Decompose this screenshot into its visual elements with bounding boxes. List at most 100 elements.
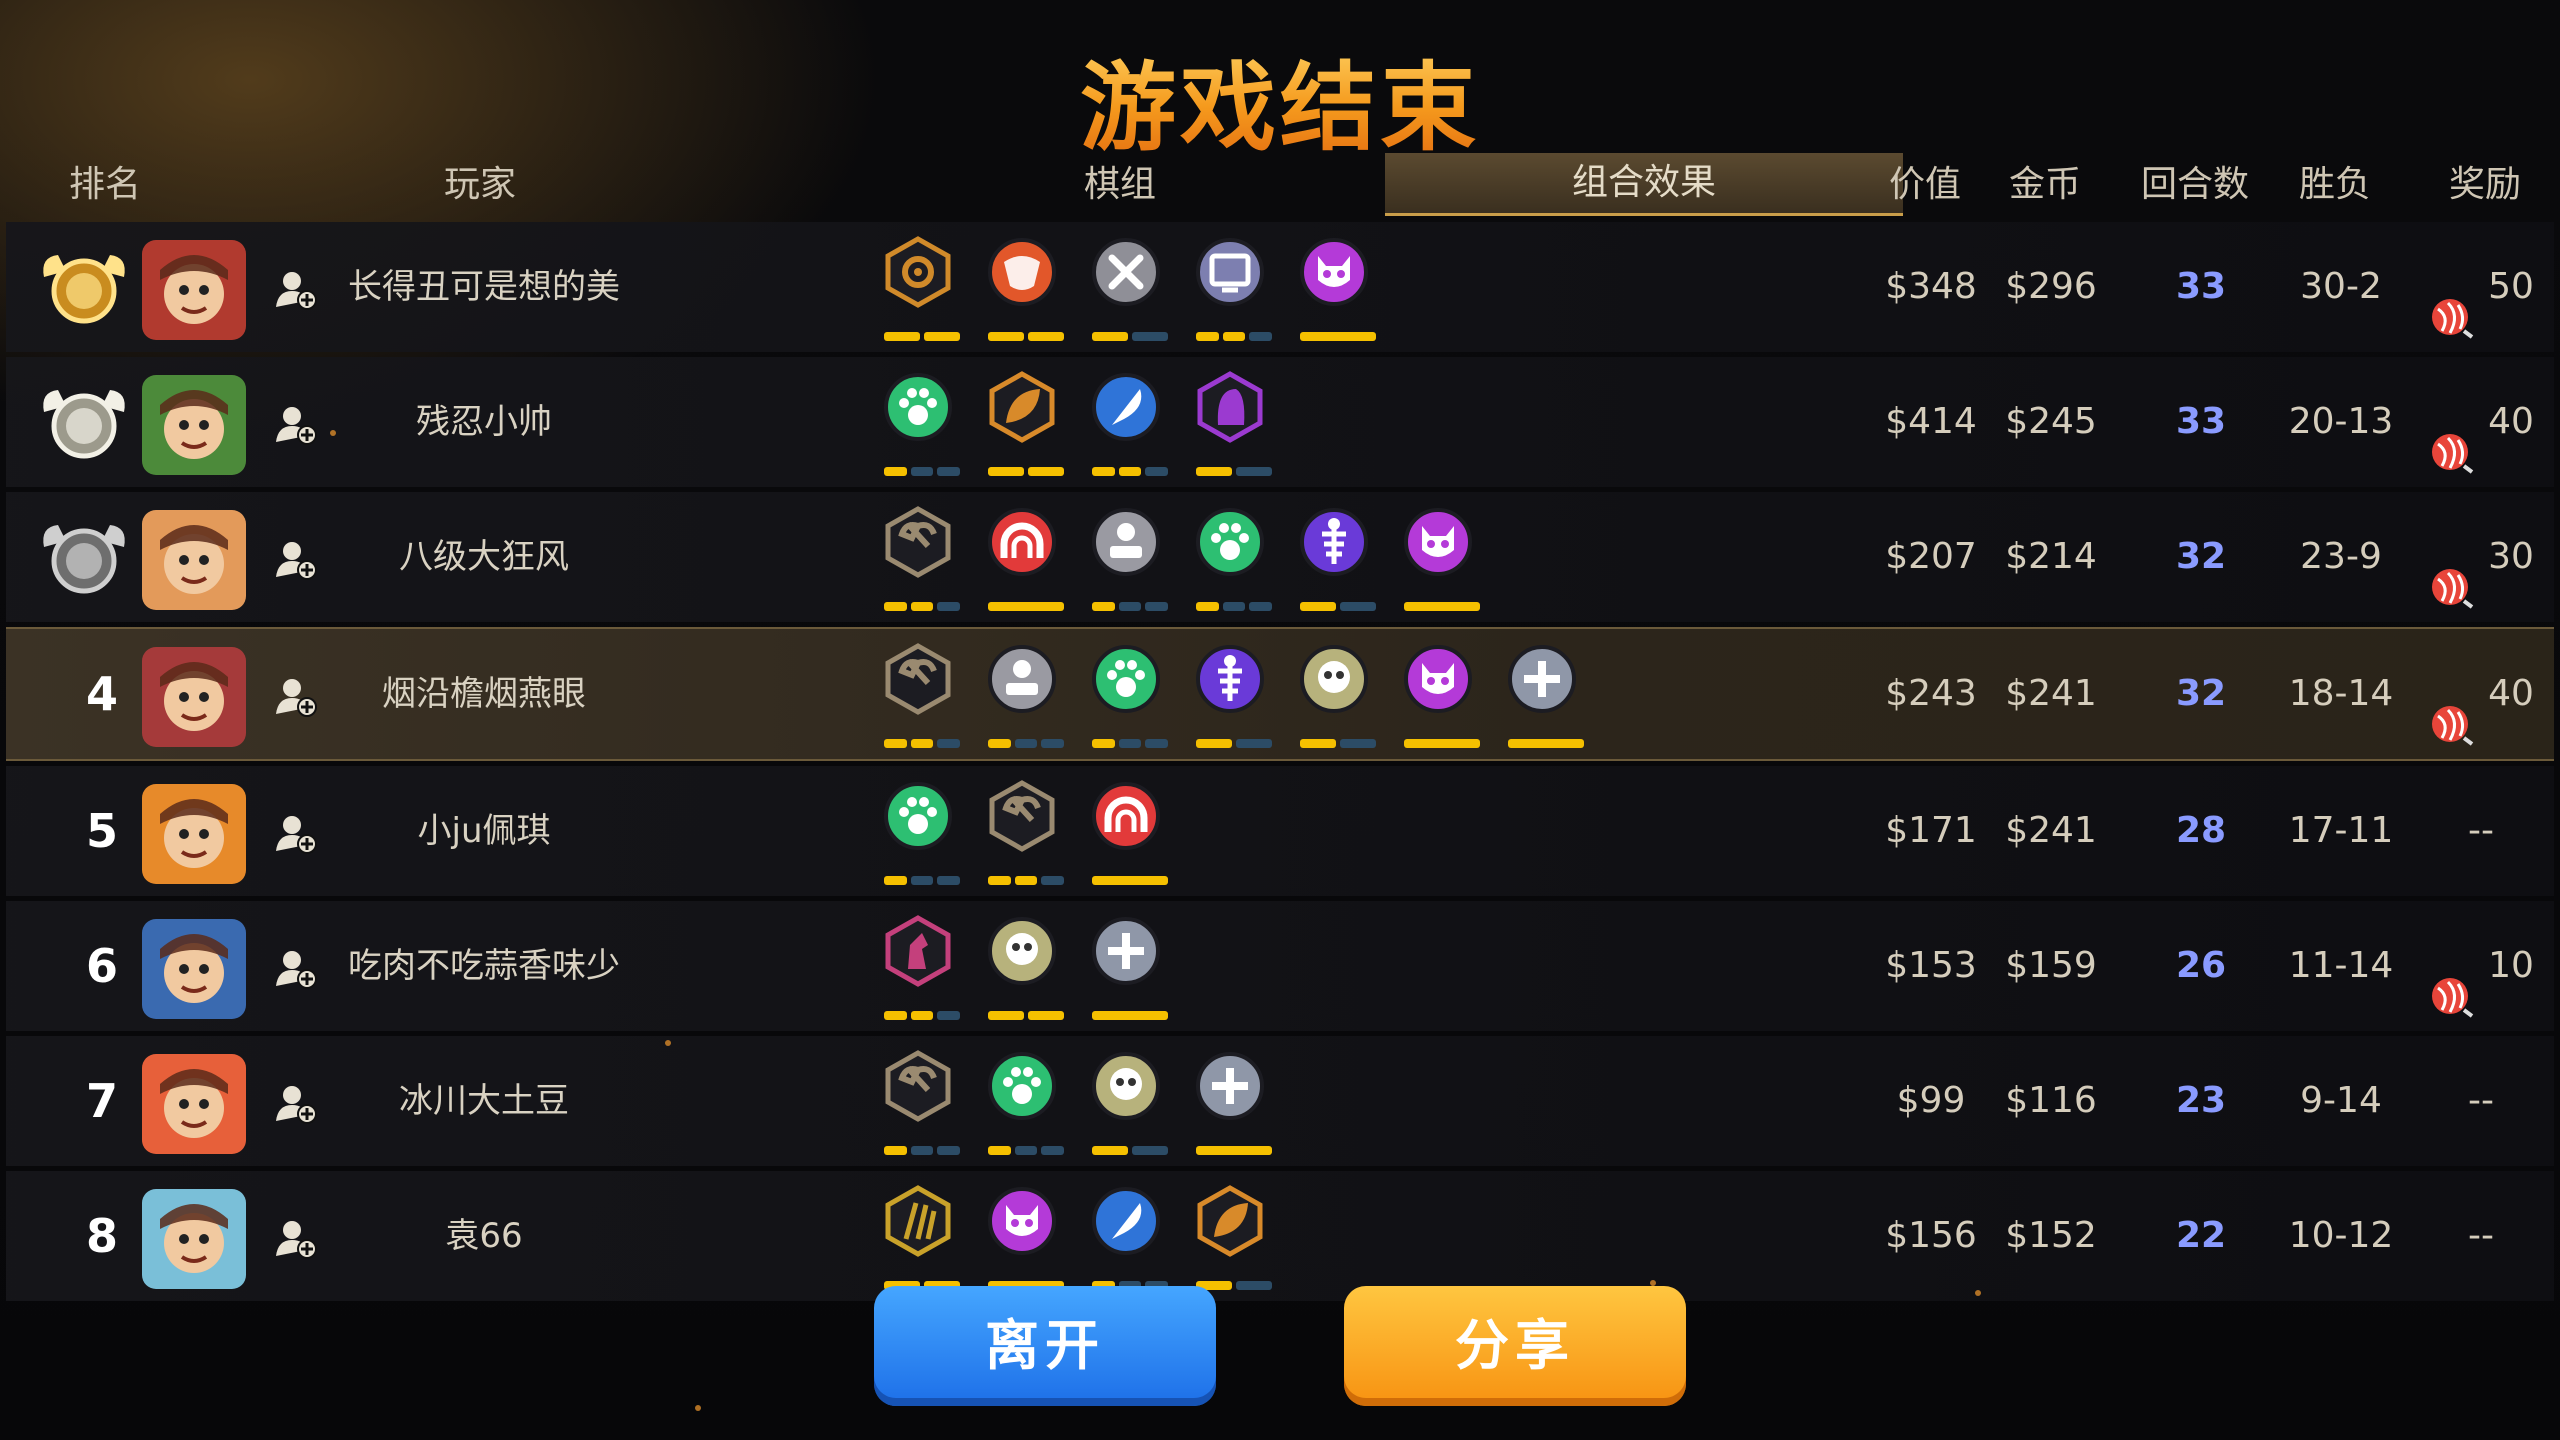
- candy-icon: [2428, 944, 2474, 1018]
- pedestal-icon[interactable]: [1084, 506, 1168, 616]
- skull-mask-icon[interactable]: [1084, 1050, 1168, 1160]
- trait-bar-segment: [1014, 739, 1038, 748]
- add-friend-icon[interactable]: [274, 1216, 318, 1260]
- trait-bar-segment: [1092, 332, 1128, 341]
- trait-bar-segment: [1028, 1011, 1064, 1020]
- silver-medal-icon: [36, 382, 132, 462]
- trait-progress-bar: [1092, 1146, 1168, 1156]
- reward-value: 40: [2488, 401, 2534, 442]
- avatar[interactable]: [142, 647, 246, 747]
- tab-combo-effect[interactable]: 组合效果: [1385, 153, 1903, 216]
- axe-icon[interactable]: [876, 506, 960, 616]
- feather-icon[interactable]: [1084, 371, 1168, 481]
- demon-face-icon[interactable]: [1396, 643, 1480, 753]
- header-winloss: 胜负: [2298, 164, 2371, 205]
- trait-bar-segment: [937, 1146, 960, 1155]
- avatar[interactable]: [142, 919, 246, 1019]
- reward-cell: --: [2416, 1036, 2546, 1166]
- leave-button[interactable]: 离开: [874, 1286, 1216, 1406]
- table-row: 5 小ju佩琪 $171 $241 28 17-11 --: [6, 766, 2554, 896]
- rounds-cell: 26: [2175, 945, 2227, 986]
- fishbone-icon[interactable]: [1188, 643, 1272, 753]
- trait-progress-bar: [1196, 602, 1272, 612]
- leaf-icon[interactable]: [980, 371, 1064, 481]
- trait-bar-segment: [1222, 332, 1246, 341]
- avatar[interactable]: [142, 784, 246, 884]
- value-cell: $171: [1885, 810, 1977, 851]
- gear-icon[interactable]: [876, 236, 960, 346]
- winloss-cell: 18-14: [2288, 673, 2394, 714]
- trait-progress-bar: [884, 739, 960, 749]
- reward-value: --: [2468, 1215, 2494, 1256]
- add-friend-icon[interactable]: [274, 811, 318, 855]
- trait-progress-bar: [988, 1146, 1064, 1156]
- add-friend-icon[interactable]: [274, 674, 318, 718]
- paw-icon[interactable]: [876, 780, 960, 890]
- avatar[interactable]: [142, 1054, 246, 1154]
- trait-progress-bar: [1300, 332, 1376, 342]
- demon-face-icon[interactable]: [1396, 506, 1480, 616]
- trait-bar-segment: [1145, 602, 1168, 611]
- avatar[interactable]: [142, 510, 246, 610]
- avatar[interactable]: [142, 1189, 246, 1289]
- table-row: 6 吃肉不吃蒜香味少 $153 $159 26 11-14 10: [6, 901, 2554, 1031]
- arch-icon[interactable]: [1084, 780, 1168, 890]
- monitor-icon[interactable]: [1188, 236, 1272, 346]
- reward-value: --: [2468, 1080, 2494, 1121]
- feather-icon[interactable]: [1084, 1185, 1168, 1295]
- add-friend-icon[interactable]: [274, 946, 318, 990]
- avatar[interactable]: [142, 375, 246, 475]
- cross-icon[interactable]: [1500, 643, 1584, 753]
- hood-icon[interactable]: [1188, 371, 1272, 481]
- skull-mask-icon[interactable]: [980, 915, 1064, 1025]
- trait-bar-segment: [1092, 876, 1168, 885]
- rank-number: 5: [86, 804, 119, 858]
- add-friend-icon[interactable]: [274, 1081, 318, 1125]
- gold-cell: $241: [2005, 673, 2097, 714]
- trait-bar-segment: [988, 876, 1011, 885]
- axe-icon[interactable]: [876, 643, 960, 753]
- header-rounds: 回合数: [2140, 164, 2249, 205]
- add-friend-icon[interactable]: [274, 267, 318, 311]
- trait-bar-segment: [1092, 1146, 1128, 1155]
- reward-cell: --: [2416, 1171, 2546, 1301]
- cross-icon[interactable]: [1188, 1050, 1272, 1160]
- player-name: 吃肉不吃蒜香味少: [348, 946, 620, 986]
- paw-icon[interactable]: [980, 1050, 1064, 1160]
- trait-progress-bar: [884, 467, 960, 477]
- trait-bar-segment: [937, 467, 960, 476]
- add-friend-icon[interactable]: [274, 537, 318, 581]
- trait-bar-segment: [1041, 739, 1064, 748]
- trait-progress-bar: [1196, 332, 1272, 342]
- reward-cell: 30: [2416, 492, 2546, 622]
- winloss-cell: 11-14: [2288, 945, 2394, 986]
- trait-bar-segment: [1145, 467, 1168, 476]
- rounds-cell: 23: [2175, 1080, 2227, 1121]
- cross-icon[interactable]: [1084, 915, 1168, 1025]
- skull-mask-icon[interactable]: [1292, 643, 1376, 753]
- leaf-icon[interactable]: [1188, 1185, 1272, 1295]
- axe-icon[interactable]: [876, 1050, 960, 1160]
- demon-horn-icon[interactable]: [980, 236, 1064, 346]
- demon-face-icon[interactable]: [980, 1185, 1064, 1295]
- axe-icon[interactable]: [980, 780, 1064, 890]
- claw-icon[interactable]: [876, 1185, 960, 1295]
- paw-icon[interactable]: [876, 371, 960, 481]
- knight-icon[interactable]: [876, 915, 960, 1025]
- add-friend-icon[interactable]: [274, 402, 318, 446]
- arch-icon[interactable]: [980, 506, 1064, 616]
- trait-bar-segment: [937, 876, 960, 885]
- trait-progress-bar: [1092, 602, 1168, 612]
- gold-medal-icon: [36, 247, 132, 327]
- paw-icon[interactable]: [1188, 506, 1272, 616]
- trait-bar-segment: [1300, 332, 1376, 341]
- demon-face-icon[interactable]: [1292, 236, 1376, 346]
- crossed-tools-icon[interactable]: [1084, 236, 1168, 346]
- pedestal-icon[interactable]: [980, 643, 1064, 753]
- trait-bar-segment: [1196, 739, 1232, 748]
- avatar[interactable]: [142, 240, 246, 340]
- trait-bar-segment: [1508, 739, 1584, 748]
- share-button[interactable]: 分享: [1344, 1286, 1686, 1406]
- paw-icon[interactable]: [1084, 643, 1168, 753]
- fishbone-icon[interactable]: [1292, 506, 1376, 616]
